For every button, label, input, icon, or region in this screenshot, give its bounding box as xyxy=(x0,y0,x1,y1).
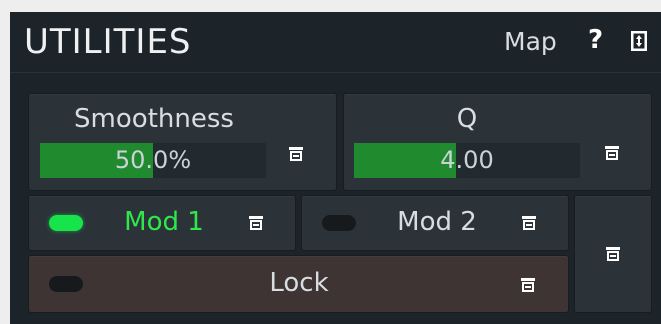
q-box: Q 4.00 xyxy=(343,93,652,191)
panel-title: UTILITIES xyxy=(24,22,192,62)
mod2-led xyxy=(322,215,356,231)
mod1-menu-icon[interactable] xyxy=(248,215,264,231)
panel-header: UTILITIES Map ? xyxy=(10,12,661,73)
lock-label: Lock xyxy=(269,268,329,298)
mod2-menu-icon[interactable] xyxy=(521,215,537,231)
mod2-button[interactable]: Mod 2 xyxy=(301,195,569,251)
arrange-icon[interactable] xyxy=(630,30,648,52)
group-menu-icon[interactable] xyxy=(605,246,621,262)
mod1-led xyxy=(49,215,83,231)
lock-menu-icon[interactable] xyxy=(520,277,536,293)
mod1-label: Mod 1 xyxy=(124,207,204,237)
smoothness-slider[interactable]: 50.0% xyxy=(40,143,266,178)
group-menu-box[interactable] xyxy=(574,195,652,313)
help-icon[interactable]: ? xyxy=(588,25,603,55)
mod1-button[interactable]: Mod 1 xyxy=(28,195,296,251)
smoothness-value: 50.0% xyxy=(114,146,192,174)
q-value: 4.00 xyxy=(440,146,494,174)
lock-led xyxy=(49,276,83,292)
q-menu-icon[interactable] xyxy=(604,145,620,161)
lock-button[interactable]: Lock xyxy=(28,255,569,313)
smoothness-menu-icon[interactable] xyxy=(288,146,304,162)
q-slider[interactable]: 4.00 xyxy=(354,143,580,178)
mod2-label: Mod 2 xyxy=(397,207,477,237)
q-label: Q xyxy=(456,104,478,134)
smoothness-box: Smoothness 50.0% xyxy=(28,93,337,191)
utilities-panel: UTILITIES Map ? Smoothness 50.0% Q 4.00 xyxy=(10,12,661,324)
map-button[interactable]: Map xyxy=(504,27,557,56)
smoothness-label: Smoothness xyxy=(74,104,234,134)
